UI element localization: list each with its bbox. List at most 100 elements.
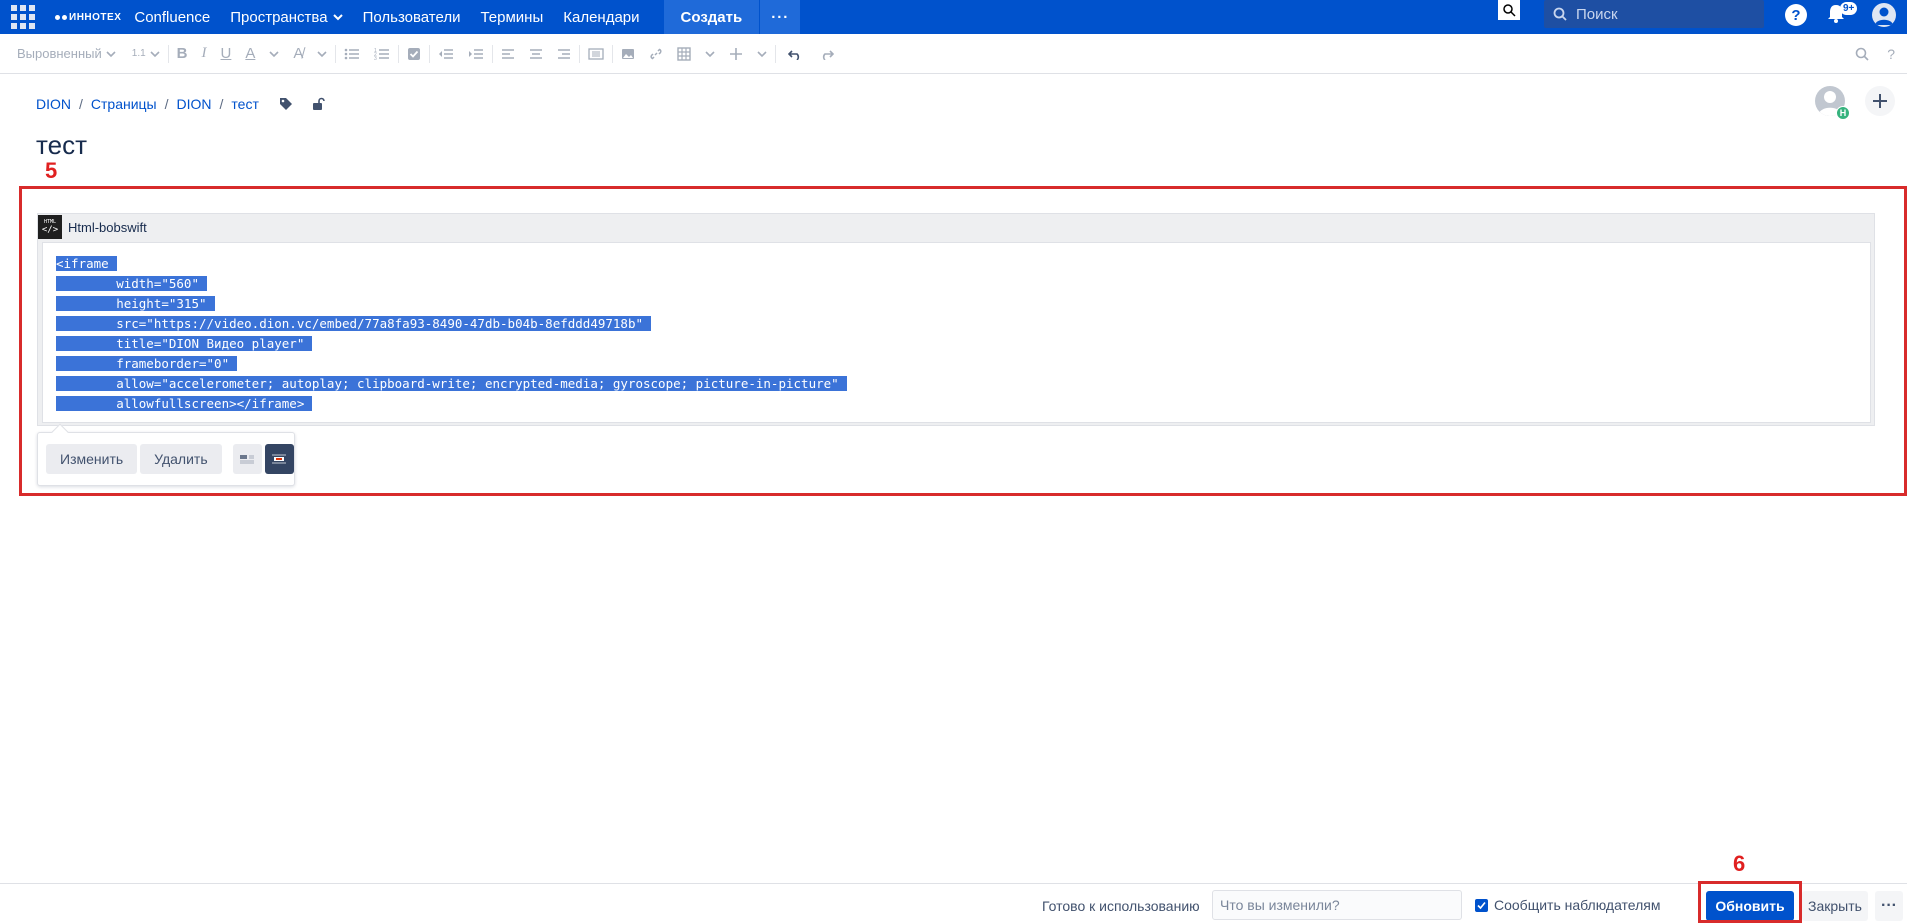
user-avatar[interactable]: [1872, 3, 1896, 27]
edit-macro-button[interactable]: Изменить: [46, 444, 138, 474]
macro-code-body[interactable]: <iframe width="560" height="315" src="ht…: [42, 242, 1871, 423]
nav-users[interactable]: Пользователи: [363, 9, 461, 26]
invite-collaborator-button[interactable]: [1865, 86, 1895, 116]
chevron-down-icon: [332, 14, 343, 21]
layout-center-icon: [272, 454, 287, 464]
grid-icon: [11, 5, 35, 29]
layout-left-icon: [240, 455, 255, 464]
magnifier-icon[interactable]: [1498, 0, 1520, 20]
save-status: Готово к использованию: [1042, 898, 1200, 914]
code-line: height="315": [56, 294, 1870, 314]
nav-more-button[interactable]: ···: [760, 0, 801, 34]
list-group: 123: [336, 34, 398, 74]
annotation-box: [1698, 881, 1802, 923]
toolbar-right: ?: [1855, 34, 1907, 74]
find-replace-icon[interactable]: [1855, 47, 1869, 61]
nav-confluence[interactable]: Confluence: [134, 9, 210, 26]
code-line: allowfullscreen></iframe>: [56, 394, 1870, 414]
clear-format-icon[interactable]: A̸: [293, 45, 303, 62]
indent-icon[interactable]: [468, 47, 484, 61]
bullet-list-icon[interactable]: [344, 47, 360, 61]
breadcrumb-separator: /: [219, 96, 224, 112]
help-icon[interactable]: ?: [1785, 4, 1807, 26]
page-layout-icon[interactable]: [580, 34, 612, 74]
create-button[interactable]: Создать: [663, 0, 760, 34]
app-switcher-button[interactable]: [6, 0, 40, 34]
numbered-list-icon[interactable]: 123: [374, 47, 390, 61]
search-box[interactable]: [1544, 0, 1764, 28]
code-line: allow="accelerometer; autoplay; clipboar…: [56, 374, 1870, 394]
label-icon[interactable]: [279, 97, 293, 111]
user-icon: [1875, 7, 1893, 25]
search-input[interactable]: [1576, 5, 1746, 23]
collaborator-badge: Н: [1836, 106, 1850, 120]
align-center-layout-button[interactable]: [264, 444, 294, 474]
task-list-icon[interactable]: [399, 34, 429, 74]
macro-title: Html-bobswift: [68, 219, 147, 235]
notify-watchers-checkbox[interactable]: Сообщить наблюдателям: [1475, 897, 1661, 913]
align-right-icon[interactable]: [557, 48, 571, 60]
line-spacing-dropdown[interactable]: 1.1: [124, 34, 168, 74]
paragraph-style-dropdown[interactable]: Выровненный: [0, 34, 124, 74]
align-center-icon[interactable]: [529, 48, 543, 60]
macro-property-panel: Изменить Удалить: [37, 423, 295, 486]
page-title[interactable]: тест: [36, 130, 87, 161]
chevron-down-icon: [106, 50, 116, 57]
close-button[interactable]: Закрыть: [1802, 891, 1868, 921]
breadcrumb-separator: /: [79, 96, 83, 112]
nav-glossary[interactable]: Термины: [480, 9, 543, 26]
annotation-number: 5: [45, 158, 58, 183]
align-left-layout-button[interactable]: [232, 444, 262, 474]
html-macro-icon: HTML </>: [38, 215, 62, 239]
align-left-icon[interactable]: [501, 48, 515, 60]
text-format-group: B I U A A̸: [169, 34, 336, 74]
nav-spaces[interactable]: Пространства: [230, 8, 343, 26]
breadcrumb-current[interactable]: тест: [231, 96, 258, 112]
breadcrumb-pages[interactable]: Страницы: [91, 96, 157, 112]
nav-calendars[interactable]: Календари: [563, 9, 639, 26]
indent-group: [430, 34, 492, 74]
search-icon: [1553, 7, 1567, 21]
annotation-number: 6: [1733, 851, 1746, 876]
brand-name: ИННОТЕХ: [69, 11, 122, 23]
underline-icon[interactable]: U: [221, 45, 232, 62]
outdent-icon[interactable]: [438, 47, 454, 61]
line-spacing-label: 1.1: [131, 48, 146, 59]
paragraph-style-label: Выровненный: [17, 46, 102, 61]
table-icon[interactable]: [677, 46, 692, 61]
notifications-badge: 9+: [1840, 2, 1858, 15]
more-options-button[interactable]: ···: [1875, 891, 1903, 921]
notify-watchers-label: Сообщить наблюдателям: [1494, 897, 1661, 913]
unlock-icon[interactable]: [311, 97, 325, 111]
brand-logo[interactable]: ИННОТЕХ: [55, 12, 121, 23]
history-group: [776, 34, 842, 74]
undo-icon[interactable]: [788, 48, 802, 60]
redo-icon[interactable]: [820, 48, 835, 60]
bold-icon[interactable]: B: [177, 45, 188, 62]
keyboard-help-icon[interactable]: ?: [1887, 46, 1895, 62]
breadcrumb-separator: /: [164, 96, 169, 112]
delete-macro-button[interactable]: Удалить: [140, 444, 222, 474]
chevron-down-icon: [317, 50, 327, 57]
breadcrumb-space[interactable]: DION: [36, 96, 71, 112]
plus-icon: [1873, 94, 1887, 108]
breadcrumb-parent[interactable]: DION: [177, 96, 212, 112]
code-line: title="DION Видео player": [56, 334, 1870, 354]
editor-footer: Готово к использованию Сообщить наблюдат…: [0, 883, 1907, 923]
insert-more-icon[interactable]: [729, 47, 743, 61]
notifications-button[interactable]: 9+: [1826, 2, 1858, 30]
breadcrumb: DION / Страницы / DION / тест: [36, 96, 325, 112]
html-macro[interactable]: HTML </> Html-bobswift <iframe width="56…: [37, 213, 1875, 426]
link-icon[interactable]: [649, 47, 663, 61]
code-line: width="560": [56, 274, 1870, 294]
version-comment-input[interactable]: [1212, 890, 1462, 920]
chevron-down-icon: [705, 50, 715, 57]
insert-group: [613, 34, 775, 74]
chevron-down-icon: [269, 50, 279, 57]
italic-icon[interactable]: I: [202, 45, 207, 62]
checkbox-checked-icon: [1475, 898, 1488, 912]
image-icon[interactable]: [621, 48, 635, 60]
text-color-icon[interactable]: A: [245, 45, 255, 62]
nav-spaces-label: Пространства: [230, 8, 328, 26]
code-line: <iframe: [56, 254, 1870, 274]
